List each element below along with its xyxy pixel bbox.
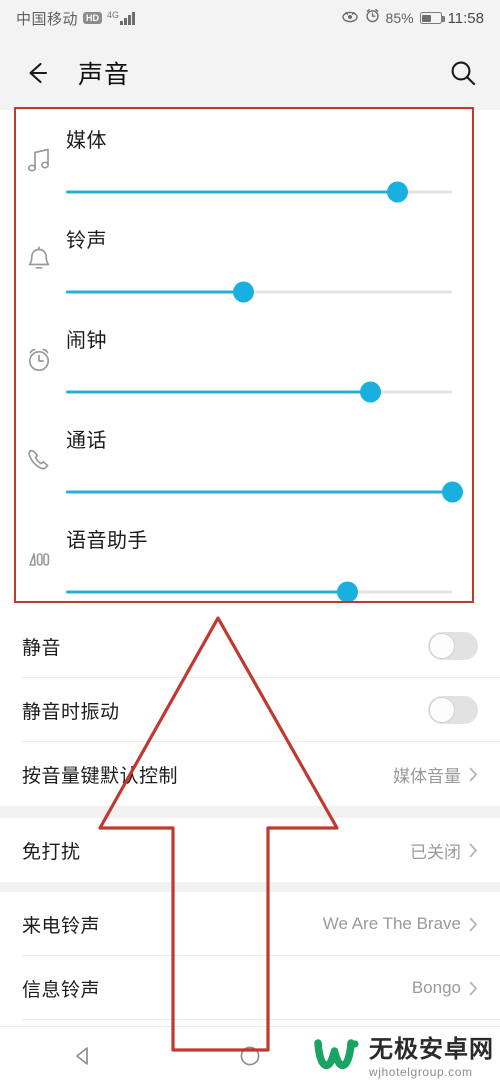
row-value: 已关闭 <box>410 842 461 862</box>
row-right <box>428 696 478 724</box>
slider-row-alarm[interactable]: 闹钟 <box>0 310 500 410</box>
slider-label: 通话 <box>66 430 107 452</box>
slider-body: 通话 <box>66 410 500 509</box>
row-message-ringtone[interactable]: 信息铃声 Bongo <box>0 956 500 1020</box>
alarm-clock-icon <box>22 310 66 410</box>
nav-back-triangle-icon[interactable] <box>23 1044 143 1068</box>
back-arrow-icon[interactable] <box>22 58 52 88</box>
app-bar: 声音 <box>0 36 500 110</box>
slider-label: 语音助手 <box>66 530 148 552</box>
voice-wave-icon <box>22 510 66 610</box>
row-do-not-disturb[interactable]: 免打扰 已关闭 <box>0 818 500 882</box>
row-incoming-call-ringtone[interactable]: 来电铃声 We Are The Brave <box>0 892 500 956</box>
signal-bars-icon <box>120 11 135 25</box>
watermark-text: 无极安卓网 wjhotelgroup.com <box>369 1035 494 1079</box>
slider-body: 铃声 <box>66 210 500 309</box>
slider-row-call[interactable]: 通话 <box>0 410 500 510</box>
settings-content: 媒体 铃声 闹钟 通话 语音助手 静音 静音时振动 按音量键默认控制 媒体音量 … <box>0 110 500 1020</box>
vibrate-on-silent-toggle[interactable] <box>428 696 478 724</box>
row-right: We Are The Brave <box>323 914 478 934</box>
row-divider <box>22 1019 500 1020</box>
network-indicator: 4G <box>107 11 135 25</box>
page-title: 声音 <box>78 61 131 89</box>
status-bar: 中国移动 HD 4G 85% 11:58 <box>0 0 500 36</box>
music-note-icon <box>22 110 66 210</box>
hd-badge: HD <box>83 12 103 24</box>
row-right: Bongo <box>412 978 478 998</box>
battery-icon <box>419 12 445 24</box>
watermark-site-name: 无极安卓网 <box>369 1035 494 1063</box>
chevron-right-icon <box>469 843 478 858</box>
nav-home-circle-icon[interactable] <box>190 1044 310 1068</box>
slider-track-fill <box>66 290 244 294</box>
row-value: We Are The Brave <box>322 914 461 933</box>
slider-thumb[interactable] <box>360 381 382 403</box>
chevron-right-icon <box>469 917 478 932</box>
section-gap <box>0 882 500 892</box>
row-value: 媒体音量 <box>393 766 461 786</box>
mute-toggle[interactable] <box>428 632 478 660</box>
battery-percent-label: 85% <box>385 10 414 26</box>
slider-thumb[interactable] <box>387 181 409 203</box>
alarm-icon <box>365 8 380 28</box>
row-label: 免打扰 <box>22 841 81 863</box>
volume-slider-group: 媒体 铃声 闹钟 通话 语音助手 <box>0 110 500 614</box>
toggle-knob <box>430 634 454 658</box>
slider-track-fill <box>66 390 371 394</box>
watermark-site-url: wjhotelgroup.com <box>369 1064 473 1079</box>
row-vibrate-on-silent[interactable]: 静音时振动 <box>0 678 500 742</box>
chevron-right-icon <box>469 981 478 996</box>
row-volume-key-default[interactable]: 按音量键默认控制 媒体音量 <box>0 742 500 806</box>
ringtone-list: 来电铃声 We Are The Brave 信息铃声 Bongo <box>0 892 500 1020</box>
slider-row-ringtone[interactable]: 铃声 <box>0 210 500 310</box>
slider-thumb[interactable] <box>441 481 463 503</box>
slider-body: 语音助手 <box>66 510 500 609</box>
row-mute[interactable]: 静音 <box>0 614 500 678</box>
slider-label: 铃声 <box>66 230 107 252</box>
row-value: Bongo <box>411 978 461 997</box>
row-label: 来电铃声 <box>22 915 101 937</box>
w-logo-icon <box>314 1035 362 1080</box>
watermark: 无极安卓网 wjhotelgroup.com <box>314 1035 494 1080</box>
slider-track-fill <box>66 490 452 494</box>
row-right: 媒体音量 <box>393 762 478 787</box>
slider-label: 闹钟 <box>66 330 107 352</box>
slider-track-media[interactable] <box>66 175 452 209</box>
slider-track-ringtone[interactable] <box>66 275 452 309</box>
slider-body: 媒体 <box>66 110 500 209</box>
eye-comfort-icon <box>341 9 359 28</box>
row-right <box>428 632 478 660</box>
slider-row-voice-assistant[interactable]: 语音助手 <box>0 510 500 610</box>
status-bar-right: 85% 11:58 <box>341 8 484 28</box>
slider-track-voice-assistant[interactable] <box>66 575 452 609</box>
search-icon[interactable] <box>448 58 478 88</box>
dnd-list: 免打扰 已关闭 <box>0 818 500 882</box>
slider-label: 媒体 <box>66 130 107 152</box>
row-label: 静音 <box>22 637 62 659</box>
row-right: 已关闭 <box>410 838 478 863</box>
clock-label: 11:58 <box>447 9 484 27</box>
status-bar-left: 中国移动 HD 4G <box>16 8 135 29</box>
toggle-list: 静音 静音时振动 按音量键默认控制 媒体音量 <box>0 614 500 806</box>
slider-row-media[interactable]: 媒体 <box>0 110 500 210</box>
toggle-knob <box>430 698 454 722</box>
row-label: 信息铃声 <box>22 979 101 1001</box>
row-label: 按音量键默认控制 <box>22 765 179 787</box>
slider-thumb[interactable] <box>233 281 255 303</box>
row-label: 静音时振动 <box>22 701 120 723</box>
bell-icon <box>22 210 66 310</box>
chevron-right-icon <box>469 767 478 782</box>
slider-body: 闹钟 <box>66 310 500 409</box>
slider-track-call[interactable] <box>66 475 463 509</box>
slider-track-fill <box>66 190 398 194</box>
slider-track-fill <box>66 590 348 594</box>
network-type-label: 4G <box>107 10 120 20</box>
carrier-label: 中国移动 <box>16 10 79 28</box>
section-gap <box>0 806 500 818</box>
phone-handset-icon <box>22 410 66 510</box>
slider-thumb[interactable] <box>337 581 359 603</box>
slider-track-alarm[interactable] <box>66 375 452 409</box>
phone-screen: 中国移动 HD 4G 85% 11:58 声音 媒体 铃声 闹钟 通话 语音助手… <box>0 0 500 1084</box>
